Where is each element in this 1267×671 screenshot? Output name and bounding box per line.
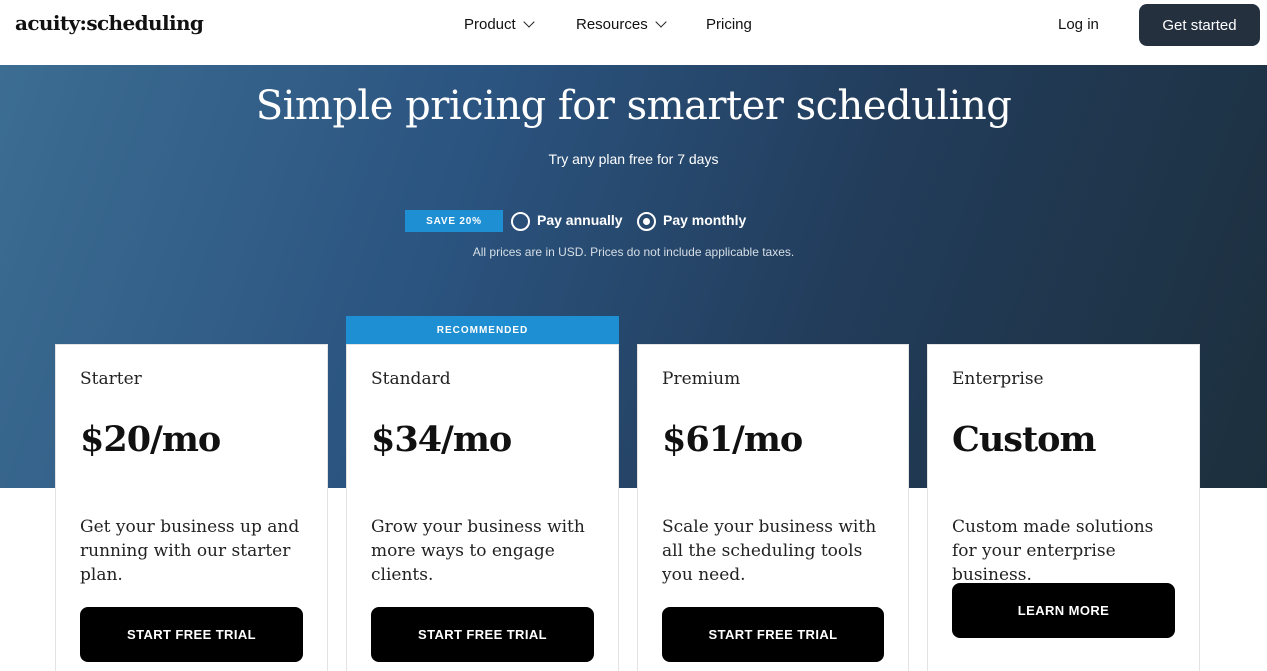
plan-card-starter: Starter $20/mo Get your business up and … (55, 344, 328, 671)
recommended-banner: RECOMMENDED (346, 316, 619, 344)
plan-price: $34/mo (371, 419, 512, 460)
learn-more-button[interactable]: LEARN MORE (952, 583, 1175, 638)
acuity-logo[interactable]: acuity:scheduling (15, 11, 204, 35)
price-disclaimer: All prices are in USD. Prices do not inc… (472, 245, 795, 259)
chevron-down-icon (655, 16, 667, 28)
nav-product[interactable]: Product (464, 16, 535, 33)
save-badge: SAVE 20% (405, 210, 503, 232)
login-link[interactable]: Log in (1058, 16, 1099, 33)
plan-price: Custom (952, 419, 1097, 460)
get-started-button[interactable]: Get started (1139, 4, 1260, 46)
nav-resources[interactable]: Resources (576, 16, 667, 33)
plan-card-enterprise: Enterprise Custom Custom made solutions … (927, 344, 1200, 671)
plan-description: Grow your business with more ways to eng… (371, 517, 585, 585)
plan-name: Enterprise (952, 369, 1044, 389)
pay-annually-label[interactable]: Pay annually (537, 212, 623, 228)
pay-annually-radio[interactable] (511, 212, 530, 231)
plan-name: Standard (371, 369, 451, 389)
page-title: Simple pricing for smarter scheduling (255, 83, 1012, 129)
chevron-down-icon (523, 16, 535, 28)
plan-name: Starter (80, 369, 142, 389)
trial-subtitle: Try any plan free for 7 days (548, 151, 719, 167)
plan-description: Scale your business with all the schedul… (662, 517, 877, 585)
pay-monthly-label[interactable]: Pay monthly (663, 212, 746, 228)
nav-pricing[interactable]: Pricing (706, 16, 752, 33)
start-free-trial-button[interactable]: START FREE TRIAL (80, 607, 303, 662)
plan-card-standard: Standard $34/mo Grow your business with … (346, 344, 619, 671)
nav-resources-label: Resources (576, 16, 648, 33)
nav-pricing-label: Pricing (706, 16, 752, 33)
plan-card-premium: Premium $61/mo Scale your business with … (637, 344, 909, 671)
start-free-trial-button[interactable]: START FREE TRIAL (662, 607, 884, 662)
nav-product-label: Product (464, 16, 516, 33)
site-header: acuity:scheduling Product Resources Pric… (0, 0, 1267, 65)
plan-price: $20/mo (80, 419, 221, 460)
plan-price: $61/mo (662, 419, 803, 460)
plan-description: Get your business up and running with ou… (80, 517, 300, 585)
plan-description: Custom made solutions for your enterpris… (952, 517, 1154, 585)
start-free-trial-button[interactable]: START FREE TRIAL (371, 607, 594, 662)
pay-monthly-radio[interactable] (637, 212, 656, 231)
plan-name: Premium (662, 369, 741, 389)
